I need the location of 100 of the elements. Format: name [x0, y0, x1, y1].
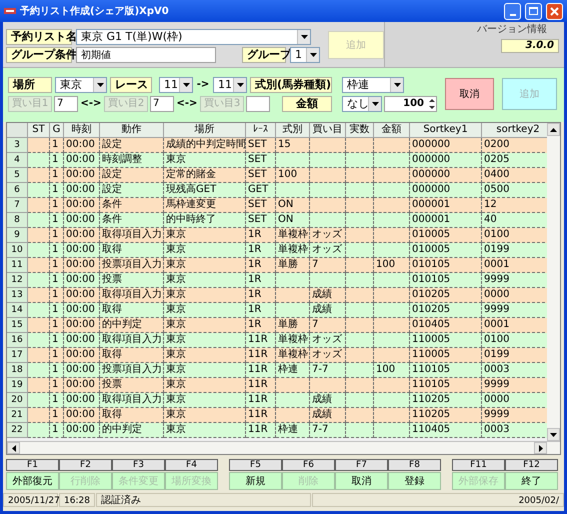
function-key-label: F2 [59, 459, 112, 471]
table-cell: 1 [50, 168, 64, 183]
table-cell: 条件 [100, 213, 164, 228]
column-header[interactable]: 金額 [374, 123, 410, 138]
table-cell: 取得項目入力 [100, 393, 164, 408]
column-header[interactable]: 時刻 [64, 123, 100, 138]
table-cell: 取得項目入力 [100, 288, 164, 303]
table-cell: 0200 [482, 138, 547, 153]
table-cell: 100 [374, 363, 410, 378]
function-key-label: F11 [452, 459, 505, 471]
row-number: 14 [7, 303, 28, 318]
minimize-icon [510, 14, 516, 16]
maximize-button[interactable] [525, 2, 542, 20]
function-key-button[interactable]: 登録 [388, 472, 441, 490]
table-cell: 00:00 [64, 408, 100, 423]
column-header[interactable]: 式別 [276, 123, 310, 138]
table-cell: 00:00 [64, 228, 100, 243]
function-key-button[interactable]: 新規 [229, 472, 282, 490]
table-cell: 00:00 [64, 243, 100, 258]
column-header[interactable]: 場所 [164, 123, 246, 138]
table-cell: 単勝 [276, 258, 310, 273]
table-cell: 東京 [164, 243, 246, 258]
function-key-label: F7 [335, 459, 388, 471]
selection-field[interactable] [246, 96, 270, 112]
row-number: 19 [7, 378, 28, 393]
maximize-icon [529, 7, 538, 15]
table-cell: 1 [50, 348, 64, 363]
amount-mode-dropdown[interactable]: なし [342, 96, 382, 112]
table-cell: 0000 [482, 288, 547, 303]
row-number: 8 [7, 213, 28, 228]
row-number: 20 [7, 393, 28, 408]
function-key-button[interactable]: 取消 [335, 472, 388, 490]
column-header[interactable]: 買い目 [310, 123, 346, 138]
table-cell: 1 [50, 213, 64, 228]
bet-type-dropdown[interactable]: 枠連 [342, 76, 404, 92]
row-number: 4 [7, 153, 28, 168]
table-cell: 110005 [410, 348, 482, 363]
table-cell: 010005 [410, 243, 482, 258]
table-cell: 東京 [164, 348, 246, 363]
table-cell: オッズ [310, 333, 346, 348]
table-cell: 0199 [482, 243, 547, 258]
table-cell: 11R [246, 363, 276, 378]
place-dropdown[interactable]: 東京 [55, 76, 107, 92]
table-cell: 投票 [100, 273, 164, 288]
grid-corner[interactable] [7, 123, 28, 138]
function-key-button[interactable]: 終了 [505, 472, 558, 490]
column-header[interactable]: 動作 [100, 123, 164, 138]
function-key-label: F12 [505, 459, 558, 471]
column-header[interactable]: G [50, 123, 64, 138]
function-key-button[interactable]: 外部復元 [6, 472, 59, 490]
race-to-dropdown[interactable]: 11 [213, 76, 247, 92]
table-cell: 7-7 [310, 363, 346, 378]
list-name-dropdown[interactable]: 東京 G1 T(単)W(枠) [76, 29, 311, 45]
table-cell: 11R [246, 378, 276, 393]
race-from-dropdown[interactable]: 11 [159, 76, 193, 92]
column-header[interactable]: Sortkey1 [410, 123, 482, 138]
row-number: 22 [7, 423, 28, 438]
column-header[interactable]: ﾚｰｽ [246, 123, 276, 138]
vertical-scrollbar[interactable] [547, 123, 560, 441]
table-cell: 定常的賭金 [164, 168, 246, 183]
app-icon [4, 6, 16, 16]
table-cell: 00:00 [64, 423, 100, 438]
table-cell: 1 [50, 153, 64, 168]
table-cell: 00:00 [64, 303, 100, 318]
column-header[interactable]: 実数 [346, 123, 374, 138]
function-key-label: F3 [112, 459, 165, 471]
scroll-down-icon [550, 432, 557, 436]
group-condition-field[interactable]: 初期値 [76, 47, 216, 63]
table-cell: 40 [482, 213, 547, 228]
table-cell: 取得項目入力 [100, 228, 164, 243]
table-cell: 110105 [410, 378, 482, 393]
table-cell: 000001 [410, 213, 482, 228]
table-cell: SET [246, 153, 276, 168]
table-cell: 9999 [482, 273, 547, 288]
table-cell: 時刻調整 [100, 153, 164, 168]
horizontal-scrollbar[interactable] [7, 441, 560, 454]
row-number: 6 [7, 183, 28, 198]
table-cell: 単複枠 [276, 333, 310, 348]
minimize-button[interactable] [504, 2, 521, 20]
table-cell: 010105 [410, 258, 482, 273]
table-cell: 0001 [482, 258, 547, 273]
amount-spinner[interactable]: 100 [384, 96, 437, 112]
table-cell: 110405 [410, 423, 482, 438]
range-arrow: -> [196, 78, 210, 92]
cancel-button[interactable]: 取消 [445, 78, 494, 110]
table-cell: 東京 [164, 153, 246, 168]
table-cell: 取得 [100, 303, 164, 318]
table-cell: GET [246, 183, 276, 198]
group-dropdown[interactable]: 1 [290, 47, 320, 63]
column-header[interactable]: sortkey2 [482, 123, 547, 138]
column-header[interactable]: ST [28, 123, 50, 138]
row-number: 5 [7, 168, 28, 183]
table-cell: オッズ [310, 348, 346, 363]
table-cell: オッズ [310, 228, 346, 243]
table-cell: 的中判定 [100, 318, 164, 333]
table-cell: 00:00 [64, 183, 100, 198]
table-cell: 00:00 [64, 288, 100, 303]
table-cell: 010205 [410, 288, 482, 303]
close-button[interactable] [546, 2, 563, 20]
table-cell: 7 [310, 258, 346, 273]
